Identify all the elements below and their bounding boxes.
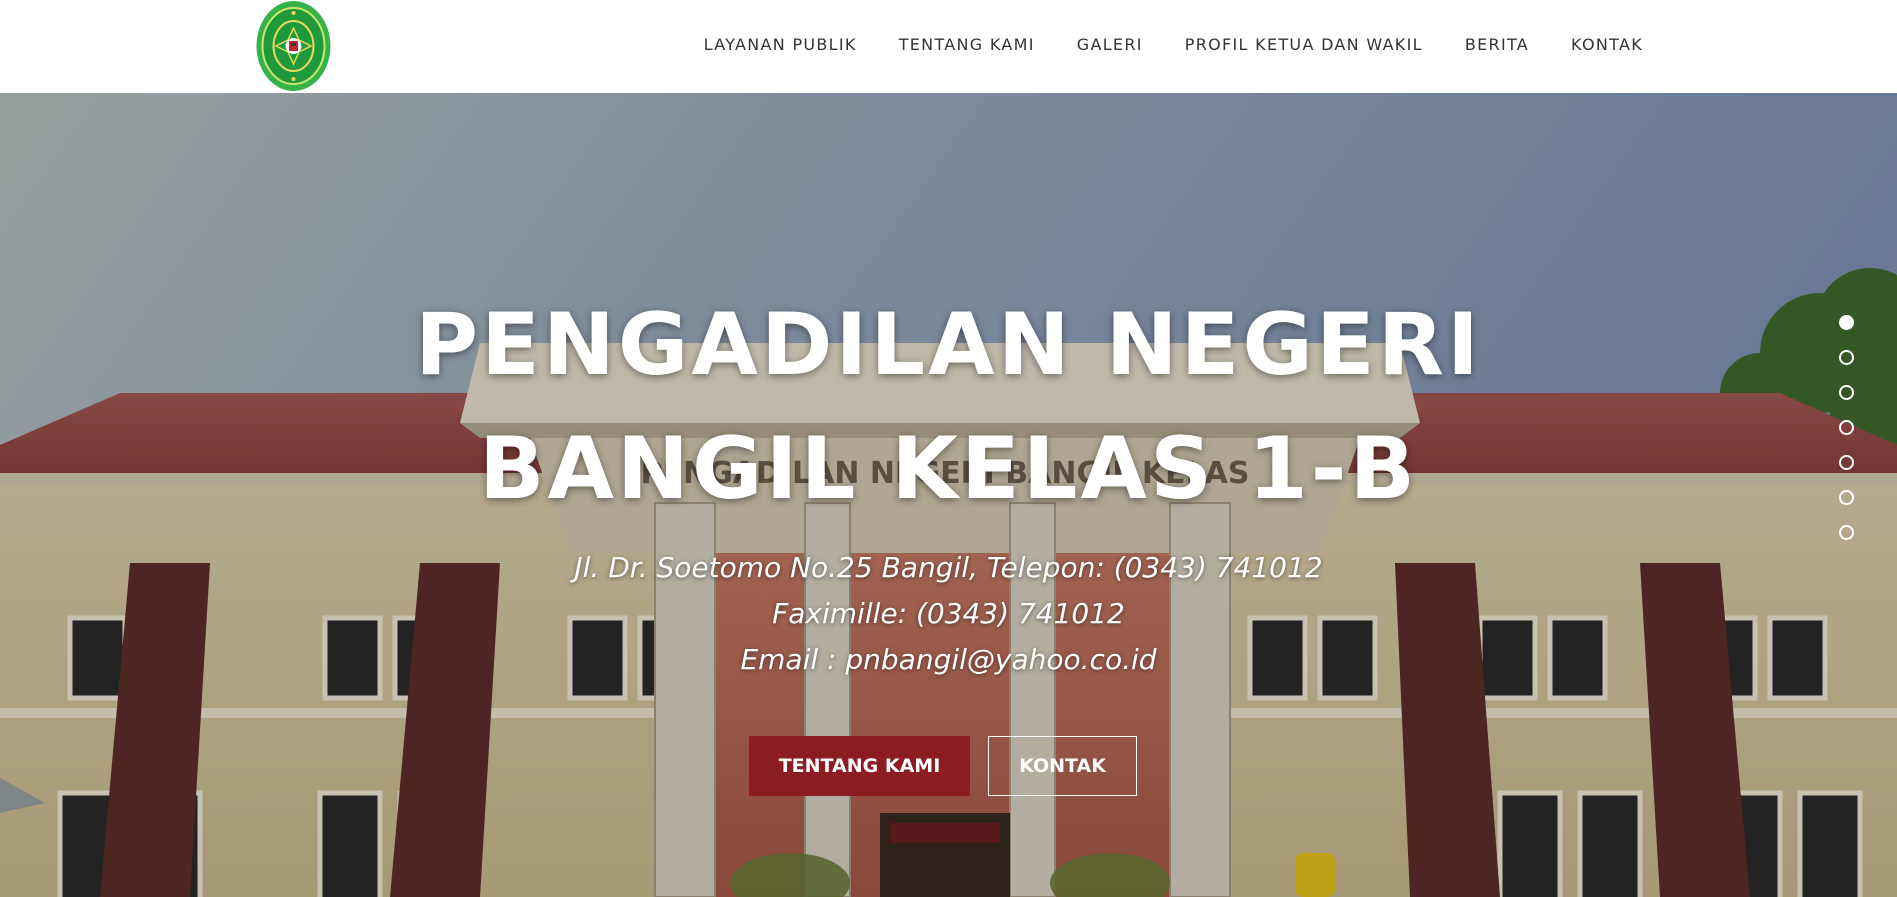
slider-dot-1[interactable]: [1839, 315, 1854, 330]
nav-profil-ketua-dan-wakil[interactable]: PROFIL KETUA DAN WAKIL: [1185, 35, 1423, 54]
email-text: Email : pnbangil@yahoo.co.id: [740, 643, 1157, 676]
kontak-button[interactable]: KONTAK: [988, 736, 1137, 796]
nav-galeri[interactable]: GALERI: [1077, 35, 1143, 54]
mahkamah-agung-logo[interactable]: [255, 0, 332, 92]
slider-dot-5[interactable]: [1839, 455, 1854, 470]
slider-dot-4[interactable]: [1839, 420, 1854, 435]
nav-kontak[interactable]: KONTAK: [1571, 35, 1643, 54]
slider-dot-7[interactable]: [1839, 525, 1854, 540]
hero-title-line-1: PENGADILAN NEGERI: [415, 295, 1482, 395]
tentang-kami-button[interactable]: TENTANG KAMI: [749, 736, 970, 796]
address-text: Jl. Dr. Soetomo No.25 Bangil, Telepon: (…: [574, 551, 1323, 584]
nav-tentang-kami[interactable]: TENTANG KAMI: [899, 35, 1035, 54]
nav-layanan-publik[interactable]: LAYANAN PUBLIK: [704, 35, 857, 54]
slider-pagination: [1839, 315, 1855, 560]
main-menu: LAYANAN PUBLIK TENTANG KAMI GALERI PROFI…: [704, 0, 1643, 88]
hero-title-line-2: BANGIL KELAS 1-B: [478, 419, 1419, 519]
nav-berita[interactable]: BERITA: [1465, 35, 1529, 54]
fax-text: Faximille: (0343) 741012: [772, 597, 1125, 630]
top-navbar: LAYANAN PUBLIK TENTANG KAMI GALERI PROFI…: [0, 0, 1897, 93]
slider-dot-6[interactable]: [1839, 490, 1854, 505]
slider-dot-3[interactable]: [1839, 385, 1854, 400]
logo-emblem-icon: [256, 1, 331, 91]
hero-title: PENGADILAN NEGERI BANGIL KELAS 1-B: [300, 283, 1597, 531]
hero-slider: PENGADILAN NEGERI BANGIL KELAS PENGADILA…: [0, 93, 1897, 897]
slider-dot-2[interactable]: [1839, 350, 1854, 365]
contact-info: Jl. Dr. Soetomo No.25 Bangil, Telepon: (…: [400, 545, 1497, 683]
